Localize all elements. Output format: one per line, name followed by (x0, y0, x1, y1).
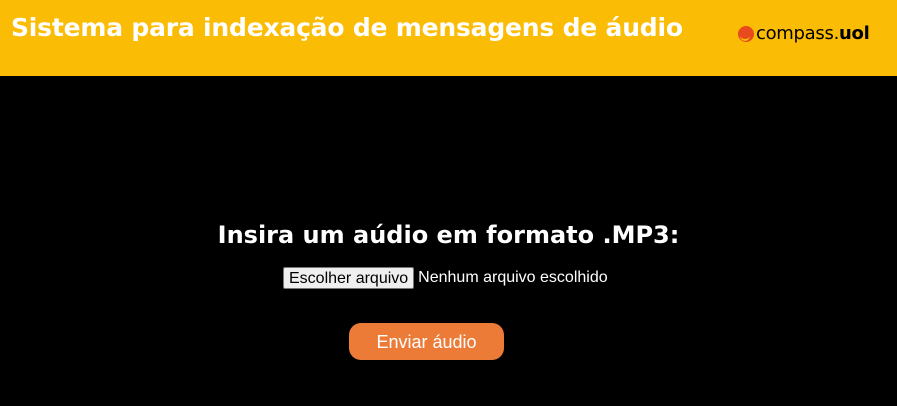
logo-suffix: uol (838, 23, 870, 44)
compass-uol-logo: compass.uol (738, 22, 888, 46)
logo-brand: compass (756, 23, 834, 44)
page-title: Sistema para indexação de mensagens de á… (11, 13, 683, 42)
choose-file-button[interactable]: Escolher arquivo (283, 267, 415, 289)
logo-text: compass.uol (756, 22, 870, 46)
app-header: Sistema para indexação de mensagens de á… (0, 0, 897, 76)
submit-audio-button[interactable]: Enviar áudio (349, 323, 504, 360)
logo-dot-icon (738, 26, 754, 42)
file-input[interactable]: Escolher arquivo Nenhum arquivo escolhido (283, 267, 608, 291)
file-status-text: Nenhum arquivo escolhido (418, 269, 608, 286)
upload-heading: Insira um aúdio em formato .MP3: (217, 221, 680, 249)
